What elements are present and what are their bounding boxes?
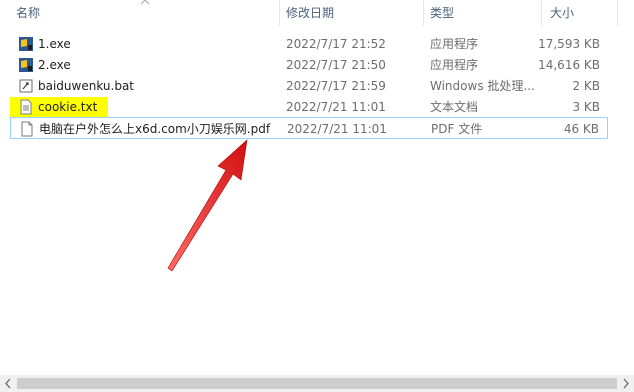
exe-icon bbox=[19, 37, 33, 51]
file-name: cookie.txt bbox=[38, 100, 98, 114]
scroll-left-icon[interactable] bbox=[0, 375, 17, 392]
column-divider[interactable] bbox=[279, 0, 280, 26]
file-size: 14,616 KB bbox=[538, 58, 600, 72]
file-type: 应用程序 bbox=[430, 37, 479, 51]
column-divider[interactable] bbox=[423, 0, 424, 26]
file-row-selected[interactable]: 电脑在户外怎么上x6d.com小刀娱乐网.pdf 2022/7/21 11:01… bbox=[10, 117, 608, 139]
file-type: 应用程序 bbox=[430, 58, 479, 72]
file-row[interactable]: 1.exe 2022/7/17 21:52 应用程序 17,593 KB bbox=[10, 33, 608, 55]
pdf-file-icon bbox=[21, 121, 33, 137]
scroll-thumb[interactable] bbox=[17, 378, 617, 389]
horizontal-scrollbar[interactable] bbox=[0, 375, 634, 392]
sort-ascending-icon bbox=[140, 0, 150, 5]
column-header: 名称 修改日期 类型 大小 bbox=[0, 0, 634, 28]
file-size: 17,593 KB bbox=[538, 37, 600, 51]
column-date-header[interactable]: 修改日期 bbox=[284, 0, 334, 28]
file-date: 2022/7/17 21:52 bbox=[286, 37, 386, 51]
file-size: 2 KB bbox=[572, 79, 600, 93]
file-type: PDF 文件 bbox=[431, 122, 483, 136]
file-row[interactable]: 2.exe 2022/7/17 21:50 应用程序 14,616 KB bbox=[10, 54, 608, 76]
file-size: 46 KB bbox=[563, 122, 599, 136]
scroll-right-icon[interactable] bbox=[617, 375, 634, 392]
file-name: 1.exe bbox=[38, 37, 71, 51]
file-date: 2022/7/21 11:01 bbox=[287, 122, 387, 136]
column-name-header[interactable]: 名称 bbox=[14, 0, 40, 28]
column-size-header[interactable]: 大小 bbox=[548, 0, 574, 28]
file-name: 2.exe bbox=[38, 58, 71, 72]
column-divider[interactable] bbox=[617, 0, 618, 26]
file-type: 文本文档 bbox=[430, 100, 479, 114]
file-type: Windows 批处理... bbox=[430, 79, 535, 93]
file-size: 3 KB bbox=[572, 100, 600, 114]
file-name: 电脑在户外怎么上x6d.com小刀娱乐网.pdf bbox=[39, 122, 271, 136]
file-row[interactable]: cookie.txt 2022/7/21 11:01 文本文档 3 KB bbox=[10, 96, 608, 118]
file-name: baiduwenku.bat bbox=[38, 79, 135, 93]
file-date: 2022/7/17 21:59 bbox=[286, 79, 386, 93]
column-type-header[interactable]: 类型 bbox=[428, 0, 454, 28]
column-divider[interactable] bbox=[541, 0, 542, 26]
txt-icon bbox=[20, 99, 32, 115]
file-date: 2022/7/17 21:50 bbox=[286, 58, 386, 72]
file-date: 2022/7/21 11:01 bbox=[286, 100, 386, 114]
file-row[interactable]: baiduwenku.bat 2022/7/17 21:59 Windows 批… bbox=[10, 75, 608, 97]
exe-icon bbox=[19, 58, 33, 72]
bat-icon bbox=[19, 79, 33, 93]
